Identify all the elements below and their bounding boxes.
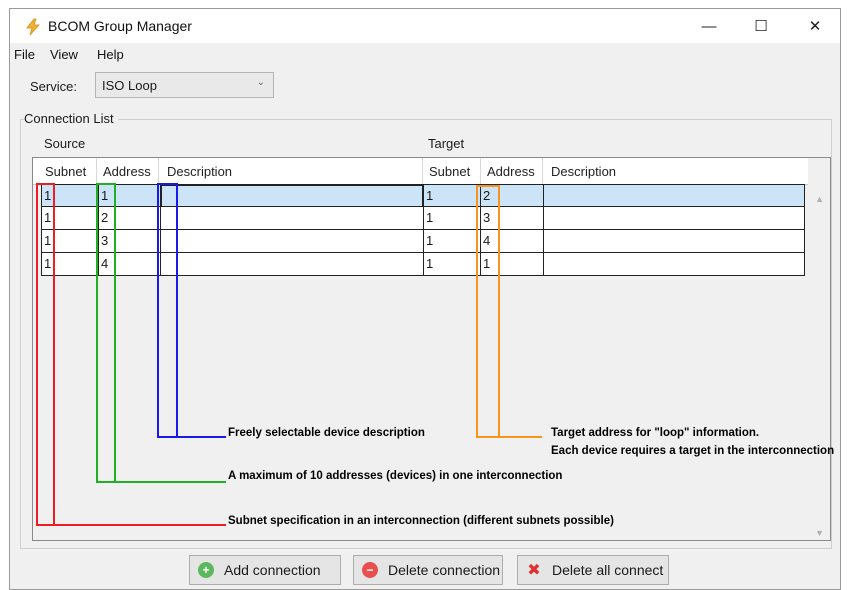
target-leader-line [476, 436, 542, 438]
lightning-bolt-icon [26, 18, 40, 36]
cell-target-description[interactable] [544, 253, 804, 275]
plus-circle-icon: + [198, 562, 214, 578]
table-row[interactable]: 1 1 1 2 [41, 184, 805, 207]
cell-target-subnet[interactable]: 1 [424, 185, 480, 207]
connection-list-title: Connection List [24, 111, 118, 126]
maximize-button[interactable]: ☐ [738, 9, 784, 43]
cell-source-description[interactable] [161, 185, 423, 207]
annotation-addresses: A maximum of 10 addresses (devices) in o… [228, 470, 563, 482]
connection-grid[interactable]: Subnet Address Description Subnet Addres… [32, 157, 831, 541]
cell-target-subnet[interactable]: 1 [424, 230, 480, 252]
description-highlight-box [157, 183, 178, 438]
annotation-target-line2: Each device requires a target in the int… [551, 445, 835, 457]
cell-target-description[interactable] [544, 185, 804, 207]
source-label: Source [44, 136, 86, 151]
delete-all-connections-label: Delete all connect [552, 562, 664, 578]
minimize-button[interactable]: — [686, 9, 732, 43]
annotation-description: Freely selectable device description [228, 427, 425, 439]
delete-all-connections-button[interactable]: ✖ Delete all connect [517, 555, 669, 585]
cell-target-subnet[interactable]: 1 [424, 253, 480, 275]
grid-header: Subnet Address Description Subnet Addres… [33, 158, 808, 185]
cell-target-description[interactable] [544, 230, 804, 252]
menu-file[interactable]: File [14, 47, 35, 62]
annotation-subnet: Subnet specification in an interconnecti… [228, 515, 614, 527]
service-selected-value: ISO Loop [102, 78, 157, 93]
cell-source-description[interactable] [161, 230, 423, 252]
grid-rows: 1 1 1 2 1 2 1 3 1 3 1 4 1 4 1 1 [41, 184, 805, 276]
header-source-address[interactable]: Address [103, 164, 151, 179]
header-source-subnet[interactable]: Subnet [45, 164, 86, 179]
description-leader-line [157, 436, 226, 438]
subnet-highlight-box [36, 183, 55, 526]
table-row[interactable]: 1 4 1 1 [41, 253, 805, 276]
table-row[interactable]: 1 3 1 4 [41, 230, 805, 253]
title-bar: BCOM Group Manager — ☐ ✕ [10, 9, 840, 43]
target-label: Target [428, 136, 465, 151]
header-source-description[interactable]: Description [167, 164, 232, 179]
address-highlight-box [96, 183, 116, 483]
menu-bar: File View Help [10, 43, 840, 65]
address-leader-line [96, 481, 226, 483]
red-x-icon: ✖ [527, 562, 541, 579]
header-target-subnet[interactable]: Subnet [429, 164, 470, 179]
service-dropdown[interactable]: ISO Loop ⌄ [95, 72, 274, 98]
scroll-up-icon[interactable]: ▲ [815, 194, 824, 204]
add-connection-label: Add connection [224, 562, 321, 578]
delete-connection-label: Delete connection [388, 562, 501, 578]
chevron-down-icon: ⌄ [256, 77, 265, 88]
close-button[interactable]: ✕ [792, 9, 838, 43]
add-connection-button[interactable]: + Add connection [189, 555, 341, 585]
header-target-description[interactable]: Description [551, 164, 616, 179]
minus-circle-icon: − [362, 562, 378, 578]
menu-view[interactable]: View [50, 47, 78, 62]
window-title: BCOM Group Manager [48, 18, 192, 34]
target-address-highlight-box [476, 185, 500, 438]
app-window: BCOM Group Manager — ☐ ✕ File View Help … [9, 8, 841, 590]
cell-target-subnet[interactable]: 1 [424, 207, 480, 229]
cell-source-description[interactable] [161, 253, 423, 275]
cell-target-description[interactable] [544, 207, 804, 229]
annotation-target-line1: Target address for "loop" information. [551, 427, 760, 439]
menu-help[interactable]: Help [97, 47, 124, 62]
cell-source-description[interactable] [161, 207, 423, 229]
subnet-leader-line [36, 524, 226, 526]
table-row[interactable]: 1 2 1 3 [41, 207, 805, 230]
delete-connection-button[interactable]: − Delete connection [353, 555, 503, 585]
scroll-down-icon[interactable]: ▼ [815, 528, 824, 538]
header-target-address[interactable]: Address [487, 164, 535, 179]
service-label: Service: [30, 79, 77, 94]
